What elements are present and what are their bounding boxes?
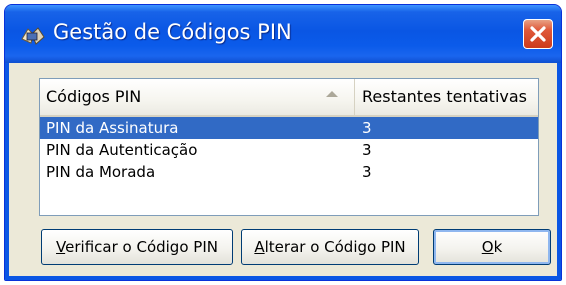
list-header: Códigos PIN Restantes tentativas	[40, 79, 538, 117]
list-rows: PIN da Assinatura 3 PIN da Autenticação …	[40, 117, 538, 183]
column-header-remaining-attempts[interactable]: Restantes tentativas	[356, 79, 538, 115]
pin-list[interactable]: Códigos PIN Restantes tentativas PIN da …	[39, 78, 539, 216]
list-row[interactable]: PIN da Autenticação 3	[40, 139, 538, 161]
verify-label: erificar o Código PIN	[65, 238, 218, 256]
sort-ascending-icon	[326, 91, 338, 97]
change-mnemonic: A	[254, 238, 265, 256]
hands-cards-icon	[21, 27, 45, 45]
ok-label: k	[493, 238, 503, 256]
window-title: Gestão de Códigos PIN	[53, 20, 292, 44]
pin-name: PIN da Assinatura	[46, 119, 179, 137]
pin-name: PIN da Autenticação	[46, 141, 198, 159]
close-icon	[530, 26, 546, 42]
pin-management-dialog: Gestão de Códigos PIN Códigos PIN Restan…	[4, 4, 562, 281]
verify-mnemonic: V	[56, 238, 66, 256]
pin-name: PIN da Morada	[46, 163, 156, 181]
remaining-attempts: 3	[362, 119, 372, 137]
title-bar[interactable]: Gestão de Códigos PIN	[5, 5, 561, 63]
change-label: lterar o Código PIN	[264, 238, 406, 256]
dialog-body: Códigos PIN Restantes tentativas PIN da …	[5, 63, 561, 280]
change-pin-button[interactable]: Alterar o Código PIN	[241, 229, 419, 265]
remaining-attempts: 3	[362, 141, 372, 159]
ok-mnemonic: O	[481, 238, 494, 256]
column-header-pin-codes[interactable]: Códigos PIN	[40, 79, 355, 115]
ok-button[interactable]: Ok	[433, 229, 551, 265]
close-button[interactable]	[523, 19, 553, 49]
list-row[interactable]: PIN da Morada 3	[40, 161, 538, 183]
list-row[interactable]: PIN da Assinatura 3	[40, 117, 538, 139]
verify-pin-button[interactable]: Verificar o Código PIN	[41, 229, 233, 265]
remaining-attempts: 3	[362, 163, 372, 181]
